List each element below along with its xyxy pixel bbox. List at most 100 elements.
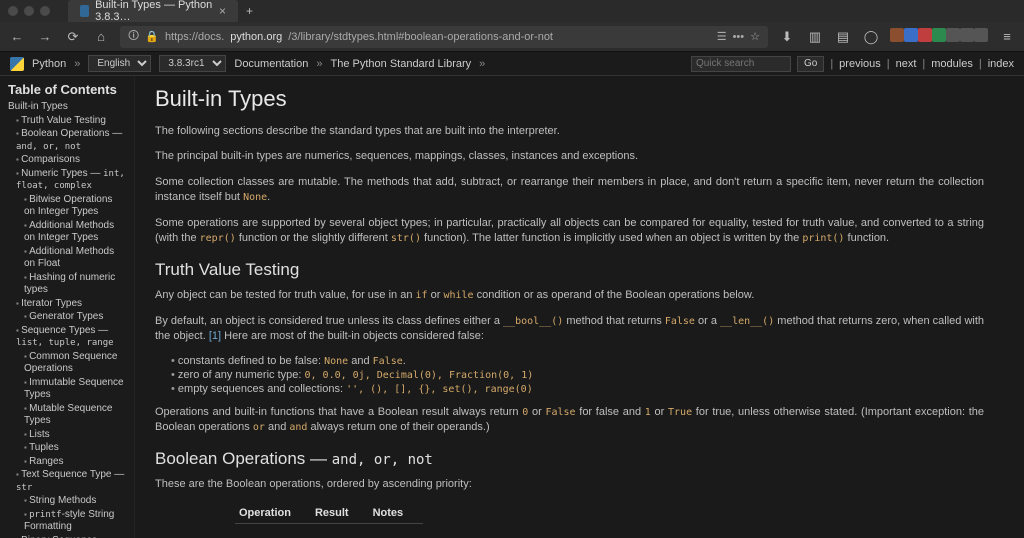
url-host: python.org: [230, 31, 282, 43]
truth-paragraph: Any object can be tested for truth value…: [155, 288, 984, 303]
page-body: Table of Contents Built-in TypesTruth Va…: [0, 76, 1024, 538]
th-notes: Notes: [369, 503, 424, 524]
close-icon[interactable]: [8, 6, 18, 16]
toc-item[interactable]: Additional Methods on Integer Types: [24, 220, 126, 245]
menu-icon[interactable]: ≡: [998, 29, 1016, 44]
toc-item[interactable]: Hashing of numeric types: [24, 272, 126, 297]
extension-icon[interactable]: [890, 28, 904, 42]
toc-item[interactable]: Binary Sequence Types — bytes, bytearray…: [16, 535, 126, 538]
toc-item[interactable]: Tuples: [24, 442, 126, 455]
toc-item[interactable]: Truth Value Testing: [16, 115, 126, 128]
shield-icon[interactable]: 🛈: [128, 27, 139, 46]
extension-icon[interactable]: [974, 28, 988, 42]
separator: »: [479, 58, 485, 70]
bookmark-star-icon[interactable]: ☆: [750, 30, 760, 43]
stdlib-link[interactable]: The Python Standard Library: [331, 58, 472, 70]
extension-icon[interactable]: [932, 28, 946, 42]
intro-paragraph: The principal built-in types are numeric…: [155, 149, 984, 164]
minimize-icon[interactable]: [24, 6, 34, 16]
docs-header: Python » English 3.8.3rc1 Documentation …: [0, 52, 1024, 76]
maximize-icon[interactable]: [40, 6, 50, 16]
toc-item[interactable]: Boolean Operations — and, or, not: [16, 128, 126, 153]
intro-paragraph: Some operations are supported by several…: [155, 216, 984, 247]
table-header-row: Operation Result Notes: [235, 503, 423, 524]
url-bar[interactable]: 🛈 🔒 https://docs.python.org/3/library/st…: [120, 26, 768, 48]
section-truth-heading: Truth Value Testing: [155, 260, 984, 280]
documentation-link[interactable]: Documentation: [234, 58, 308, 70]
extension-icon[interactable]: [904, 28, 918, 42]
toc-item[interactable]: Generator Types: [24, 311, 126, 324]
toc-item[interactable]: Text Sequence Type — str: [16, 469, 126, 494]
back-button[interactable]: ←: [8, 29, 26, 44]
docs-search-input[interactable]: [691, 56, 791, 72]
pipe: |: [830, 58, 833, 70]
account-icon[interactable]: ◯: [862, 29, 880, 45]
pipe: |: [979, 58, 982, 70]
downloads-icon[interactable]: ⬇: [778, 29, 796, 45]
toc-item[interactable]: Numeric Types — int, float, complex: [16, 168, 126, 193]
code-bool: __bool__(): [503, 316, 563, 327]
version-select[interactable]: 3.8.3rc1: [159, 55, 226, 72]
python-logo-icon: [10, 57, 24, 71]
extension-icon[interactable]: [960, 28, 974, 42]
toc-item[interactable]: String Methods: [24, 495, 126, 508]
toc-item[interactable]: Comparisons: [16, 154, 126, 167]
language-select[interactable]: English: [88, 55, 151, 72]
toc-item[interactable]: Iterator Types: [16, 298, 126, 311]
page-actions-icon[interactable]: •••: [733, 31, 745, 43]
toc-item[interactable]: Lists: [24, 429, 126, 442]
separator: »: [74, 58, 80, 70]
tab-close-icon[interactable]: ×: [219, 4, 226, 18]
code-and-or-not: and, or, not: [332, 452, 433, 468]
browser-tab[interactable]: Built-in Types — Python 3.8.3… ×: [68, 0, 238, 22]
code-while: while: [443, 290, 473, 301]
python-link[interactable]: Python: [32, 58, 66, 70]
extension-icon[interactable]: [946, 28, 960, 42]
toc-sidebar: Table of Contents Built-in TypesTruth Va…: [0, 76, 135, 538]
browser-toolbar: ← → ⟳ ⌂ 🛈 🔒 https://docs.python.org/3/li…: [0, 22, 1024, 52]
toc-item[interactable]: Bitwise Operations on Integer Types: [24, 194, 126, 219]
toc-item[interactable]: printf-style String Formatting: [24, 509, 126, 534]
boolops-paragraph: These are the Boolean operations, ordere…: [155, 477, 984, 492]
intro-paragraph: Some collection classes are mutable. The…: [155, 175, 984, 206]
modules-link[interactable]: modules: [931, 58, 973, 70]
toolbar-right: ⬇ ▥ ▤ ◯ ≡: [778, 28, 1016, 45]
toc-item[interactable]: Sequence Types — list, tuple, range: [16, 325, 126, 350]
new-tab-button[interactable]: +: [238, 0, 261, 22]
toc-item[interactable]: Mutable Sequence Types: [24, 403, 126, 428]
next-link[interactable]: next: [896, 58, 917, 70]
toc-item[interactable]: Immutable Sequence Types: [24, 377, 126, 402]
list-item: empty sequences and collections: '', (),…: [171, 383, 984, 395]
toc-item[interactable]: Common Sequence Operations: [24, 351, 126, 376]
tab-title: Built-in Types — Python 3.8.3…: [95, 0, 213, 23]
reload-button[interactable]: ⟳: [64, 29, 82, 45]
search-go-button[interactable]: Go: [797, 56, 824, 72]
index-link[interactable]: index: [988, 58, 1014, 70]
code-len: __len__(): [720, 316, 774, 327]
library-icon[interactable]: ▥: [806, 29, 824, 45]
list-item: zero of any numeric type: 0, 0.0, 0j, De…: [171, 369, 984, 381]
code-repr: repr(): [200, 233, 236, 244]
content-area: Built-in Types The following sections de…: [135, 76, 1024, 538]
home-button[interactable]: ⌂: [92, 29, 110, 44]
reader-mode-icon[interactable]: ☰: [717, 30, 727, 43]
pipe: |: [887, 58, 890, 70]
forward-button[interactable]: →: [36, 29, 54, 44]
code-if: if: [416, 290, 428, 301]
separator: »: [316, 58, 322, 70]
code-str: str(): [391, 233, 421, 244]
footnote-ref[interactable]: [1]: [209, 330, 221, 342]
toc-item[interactable]: Built-in Types: [8, 101, 126, 114]
th-result: Result: [311, 503, 369, 524]
toc-item[interactable]: Ranges: [24, 456, 126, 469]
previous-link[interactable]: previous: [839, 58, 881, 70]
falsy-list: constants defined to be false: None and …: [171, 355, 984, 395]
sidebar-icon[interactable]: ▤: [834, 29, 852, 45]
favicon-icon: [80, 5, 89, 17]
toc-title: Table of Contents: [8, 82, 126, 97]
extension-icon[interactable]: [918, 28, 932, 42]
toc-item[interactable]: Additional Methods on Float: [24, 246, 126, 271]
url-path: /3/library/stdtypes.html#boolean-operati…: [288, 31, 553, 43]
code-none: None: [243, 192, 267, 203]
code-false: False: [665, 316, 695, 327]
